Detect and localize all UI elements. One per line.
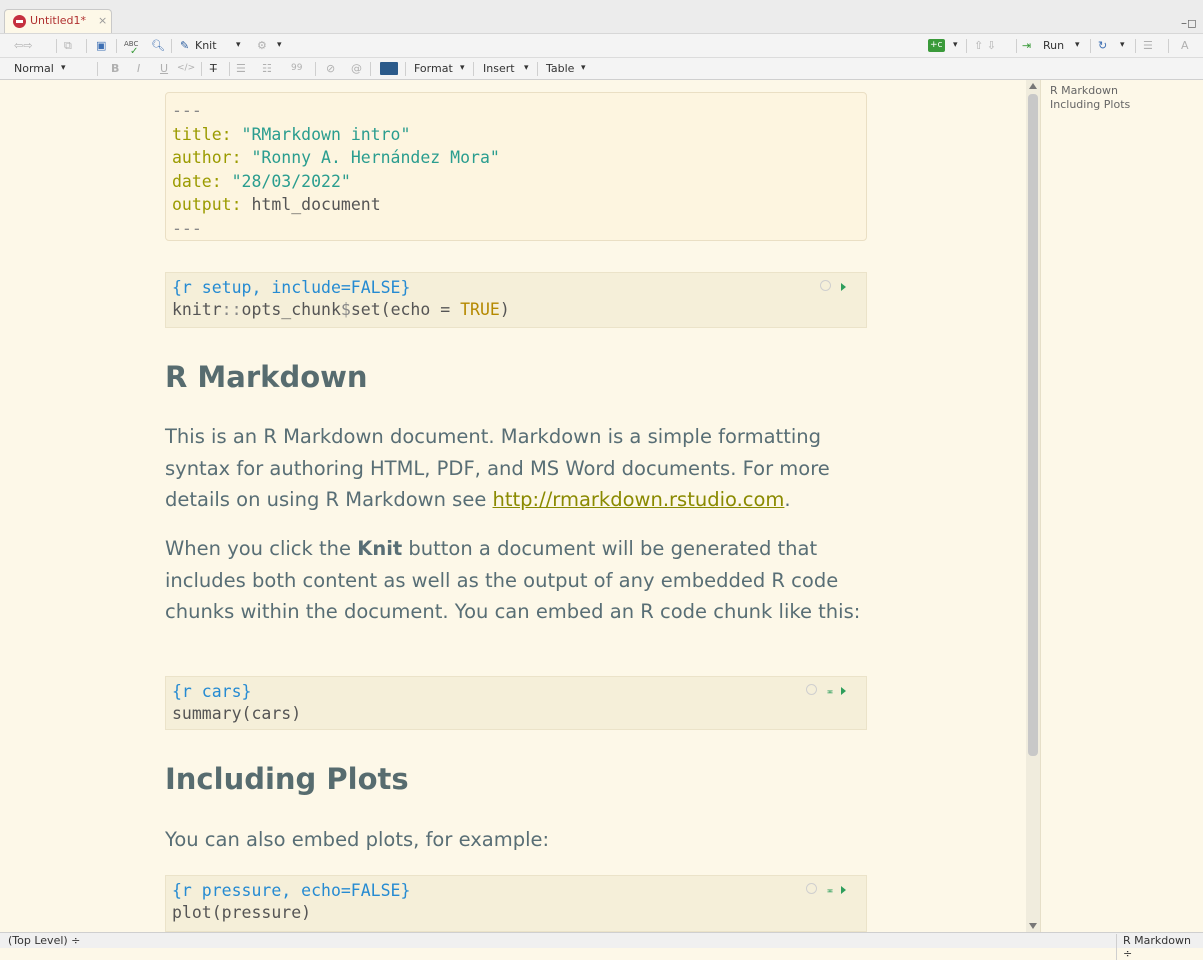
gear-icon[interactable]: ⚙	[257, 37, 267, 54]
rerun-dropdown-icon[interactable]: ▾	[1120, 37, 1125, 54]
file-type-selector[interactable]: R Markdown ÷	[1116, 934, 1203, 960]
link-button[interactable]: ⊘	[326, 60, 335, 77]
show-in-window-icon[interactable]: ⧉	[64, 37, 72, 54]
insert-menu[interactable]: Insert	[483, 60, 515, 77]
run-dropdown-icon[interactable]: ▾	[1075, 37, 1080, 54]
italic-button[interactable]: I	[137, 60, 140, 77]
outline-toggle-icon[interactable]: ☰	[1143, 37, 1153, 54]
chunk-setup-header: {r setup, include=FALSE}	[172, 278, 411, 297]
back-forward-icon[interactable]: ⇦⇨	[14, 37, 32, 54]
run-previous-chunks-icon[interactable]: ≖	[827, 687, 833, 698]
yaml-output-line: output: html_document	[172, 193, 866, 217]
status-bar: (Top Level) ÷ R Markdown ÷	[0, 932, 1203, 960]
rmarkdown-link[interactable]: http://rmarkdown.rstudio.com	[493, 488, 785, 511]
run-button[interactable]: Run	[1043, 37, 1064, 54]
run-previous-chunks-icon[interactable]: ≖	[827, 886, 833, 897]
rerun-icon[interactable]: ↻	[1098, 37, 1107, 54]
yaml-title-key: title:	[172, 124, 232, 144]
chunk-setup-code: knitr::opts_chunk$set(echo = TRUE)	[172, 300, 510, 319]
yaml-date-line: date: "28/03/2022"	[172, 170, 866, 194]
chunk-options-gear-icon[interactable]	[805, 883, 817, 894]
paragraph-plots: You can also embed plots, for example:	[165, 828, 550, 851]
knit-bold-text: Knit	[357, 537, 403, 560]
knit-dropdown-icon[interactable]: ▾	[236, 37, 241, 54]
close-tab-icon[interactable]: ×	[98, 14, 107, 27]
underline-button[interactable]: U	[160, 60, 168, 77]
run-arrow-icon: ⇥	[1022, 39, 1032, 52]
yaml-open-dashes: ---	[172, 101, 202, 120]
rmd-file-icon	[13, 15, 26, 28]
go-prev-next-chunk-icon[interactable]: ⇧ ⇩	[974, 37, 996, 54]
yaml-author-key: author:	[172, 148, 242, 167]
tab-untitled1[interactable]: Untitled1* ×	[4, 9, 112, 33]
chunk-cars-header: {r cars}	[172, 682, 252, 701]
code-chunk-setup[interactable]: {r setup, include=FALSE} knitr::opts_chu…	[165, 272, 867, 328]
yaml-author-value: "Ronny A. Hernández Mora"	[251, 148, 500, 167]
window-controls[interactable]: –◻	[1181, 16, 1197, 30]
chunk-pressure-code: plot(pressure)	[172, 903, 312, 922]
editor-scrollbar[interactable]	[1026, 80, 1040, 932]
yaml-title-line: title: "RMarkdown intro"	[172, 123, 866, 147]
yaml-close-dashes: ---	[172, 218, 202, 238]
tab-bar: Untitled1* × –◻	[0, 0, 1203, 33]
chunk-options-gear-icon[interactable]	[820, 280, 831, 291]
gear-dropdown-icon[interactable]: ▾	[277, 37, 282, 54]
style-dropdown-icon[interactable]: ▾	[61, 60, 66, 77]
tab-label: Untitled1*	[30, 14, 87, 27]
outline-item-including-plots[interactable]: Including Plots	[1050, 98, 1203, 112]
visual-editor-icon[interactable]: A	[1181, 37, 1189, 54]
chunk-setup-toolbar	[820, 278, 846, 300]
outline-item-r-markdown[interactable]: R Markdown	[1050, 84, 1203, 98]
code-chunk-pressure[interactable]: {r pressure, echo=FALSE} plot(pressure) …	[165, 875, 867, 932]
run-chunk-icon[interactable]	[841, 283, 846, 291]
bold-button[interactable]: B	[111, 60, 119, 77]
code-button[interactable]: </>	[177, 60, 195, 77]
chunk-options-gear-icon[interactable]	[805, 684, 817, 695]
yaml-output-key: output:	[172, 195, 242, 214]
table-dropdown-icon[interactable]: ▾	[581, 60, 586, 77]
numbered-list-button[interactable]: ☷	[262, 60, 272, 77]
save-icon[interactable]: ▣	[96, 37, 106, 54]
citation-button[interactable]: @	[351, 60, 362, 77]
yaml-title-value: "RMarkdown intro"	[241, 124, 411, 144]
editor-toolbar: ⇦⇨ ⧉ ▣ ABC ✓ 🔍︎ ✎ Knit ▾ ⚙ ▾ +c ▾ ⇧ ⇩ ⇥ …	[0, 33, 1203, 58]
chunk-cars-code: summary(cars)	[172, 704, 302, 723]
table-menu[interactable]: Table	[546, 60, 574, 77]
knit-button[interactable]: Knit	[195, 37, 217, 54]
code-chunk-cars[interactable]: {r cars} summary(cars) ≖	[165, 676, 867, 730]
chunk-pressure-header: {r pressure, echo=FALSE}	[172, 881, 411, 900]
run-chunk-icon[interactable]	[841, 886, 846, 894]
yaml-author-line: author: "Ronny A. Hernández Mora"	[172, 146, 866, 170]
yaml-date-value: "28/03/2022"	[231, 171, 351, 191]
document-outline: R Markdown Including Plots	[1040, 80, 1203, 932]
insert-chunk-dropdown-icon[interactable]: ▾	[953, 37, 958, 54]
yaml-output-value: html_document	[251, 195, 381, 214]
heading-r-markdown: R Markdown	[165, 360, 368, 394]
heading-including-plots: Including Plots	[165, 762, 409, 796]
paragraph-intro: This is an R Markdown document. Markdown…	[165, 425, 830, 511]
run-chunk-icon[interactable]	[841, 687, 846, 695]
chunk-pressure-toolbar: ≖	[805, 881, 846, 903]
paragraph-knit: When you click the Knit button a documen…	[165, 537, 861, 623]
search-icon[interactable]: 🔍︎	[151, 37, 165, 54]
format-dropdown-icon[interactable]: ▾	[460, 60, 465, 77]
insert-dropdown-icon[interactable]: ▾	[524, 60, 529, 77]
format-menu[interactable]: Format	[414, 60, 453, 77]
scroll-down-icon[interactable]	[1029, 923, 1037, 929]
scroll-up-icon[interactable]	[1029, 83, 1037, 89]
yaml-date-key: date:	[172, 171, 222, 191]
scrollbar-thumb[interactable]	[1028, 94, 1038, 756]
blockquote-button[interactable]: 99	[291, 60, 302, 77]
bullet-list-button[interactable]: ☰	[236, 60, 246, 77]
knit-icon[interactable]: ✎	[180, 37, 189, 54]
yaml-header-block[interactable]: --- title: "RMarkdown intro" author: "Ro…	[165, 92, 867, 241]
paragraph-style-select[interactable]: Normal	[14, 60, 54, 77]
image-icon[interactable]	[380, 62, 398, 75]
scope-selector[interactable]: (Top Level) ÷	[8, 934, 80, 947]
chunk-cars-toolbar: ≖	[805, 682, 846, 704]
clear-format-button[interactable]: T̶	[210, 60, 217, 77]
insert-chunk-icon[interactable]: +c	[928, 39, 945, 52]
format-toolbar: Normal ▾ B I U </> T̶ ☰ ☷ 99 ⊘ @ Format …	[0, 58, 1203, 80]
